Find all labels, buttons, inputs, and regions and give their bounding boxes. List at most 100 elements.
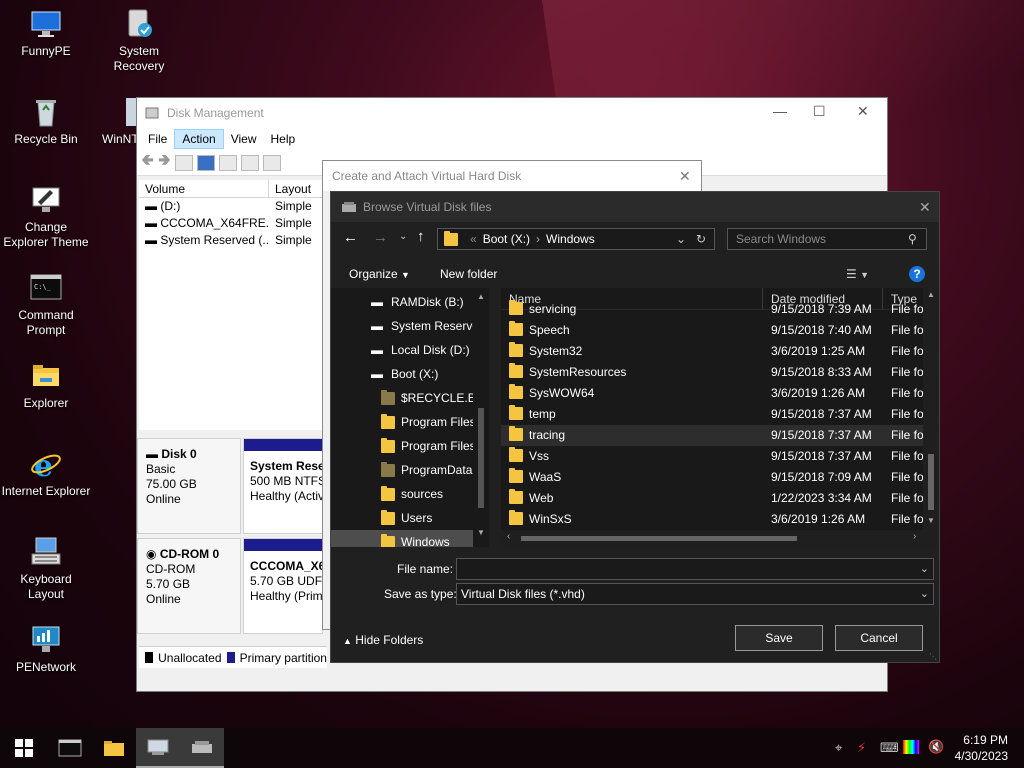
forward-arrow-icon[interactable]: → xyxy=(373,229,388,246)
list-item[interactable]: tracing 9/15/2018 7:37 AM File fol xyxy=(501,425,939,446)
back-arrow-icon[interactable]: ← xyxy=(343,229,358,246)
tree-item-windows[interactable]: Windows xyxy=(331,530,489,547)
list-item[interactable]: Speech 9/15/2018 7:40 AM File fol xyxy=(501,320,939,341)
cdrom-0-label[interactable]: ◉ CD-ROM 0 CD-ROM 5.70 GB Online xyxy=(137,538,241,634)
view-button[interactable] xyxy=(218,154,237,171)
tree-item-program-files-x86[interactable]: Program Files xyxy=(381,434,476,458)
close-icon[interactable]: ✕ xyxy=(679,161,691,191)
taskbar-clock[interactable]: 6:19 PM 4/30/2023 xyxy=(955,732,1008,764)
tree-item-local-disk-d[interactable]: ▬ Local Disk (D:) xyxy=(371,338,470,362)
taskbar-vhd-dialog[interactable] xyxy=(180,728,224,768)
recent-dropdown-icon[interactable]: ⌄ xyxy=(399,231,407,242)
up-arrow-icon[interactable]: ↑ xyxy=(417,228,425,245)
tree-item-system-reserved[interactable]: ▬ System Reserve xyxy=(371,314,479,338)
refresh-icon[interactable]: ↻ xyxy=(696,232,706,246)
disk-0-partition[interactable]: System Reser 500 MB NTFS Healthy (Activ xyxy=(243,438,323,534)
desktop-icon-penetwork[interactable]: PENetwork xyxy=(1,624,91,675)
taskbar-command-prompt[interactable] xyxy=(48,728,92,768)
list-item[interactable]: Vss 9/15/2018 7:37 AM File fol xyxy=(501,446,939,467)
new-folder-button[interactable]: New folder xyxy=(440,267,497,281)
list-item[interactable]: SystemResources 9/15/2018 8:33 AM File fol xyxy=(501,362,939,383)
forward-arrow-icon[interactable]: 🢂 xyxy=(158,149,171,176)
list-item[interactable]: Web 1/22/2023 3:34 AM File fol xyxy=(501,488,939,509)
table-row[interactable]: ▬ CCCOMA_X64FRE... Simple xyxy=(139,215,325,232)
start-button[interactable] xyxy=(0,728,48,768)
address-bar[interactable]: « Boot (X:) › Windows ⌄ ↻ xyxy=(437,228,715,250)
desktop-icon-command-prompt[interactable]: C:\_ Command Prompt xyxy=(1,272,91,338)
tray-volume-muted-icon[interactable]: 🔇 xyxy=(928,739,944,755)
help-button[interactable] xyxy=(196,154,215,171)
search-input[interactable]: Search Windows ⚲ xyxy=(727,228,927,250)
taskbar-explorer[interactable] xyxy=(92,728,136,768)
menu-help[interactable]: Help xyxy=(264,130,303,148)
taskbar-disk-management[interactable] xyxy=(136,728,180,768)
tree-item-recycle-bin[interactable]: $RECYCLE.BIN xyxy=(381,386,488,410)
menu-view[interactable]: View xyxy=(224,130,264,148)
list-horizontal-scrollbar[interactable]: ‹ › xyxy=(501,530,939,547)
scroll-down-icon[interactable]: ▼ xyxy=(477,528,485,537)
list-item[interactable]: System32 3/6/2019 1:25 AM File fol xyxy=(501,341,939,362)
maximize-icon[interactable]: ☐ xyxy=(813,103,826,120)
back-arrow-icon[interactable]: 🢀 xyxy=(141,149,154,176)
scroll-up-icon[interactable]: ▲ xyxy=(477,292,485,301)
breadcrumb-windows[interactable]: Windows xyxy=(546,232,595,246)
tree-item-sources[interactable]: sources xyxy=(381,482,443,506)
scrollbar-thumb[interactable] xyxy=(521,536,797,541)
table-row[interactable]: ▬ System Reserved (... Simple xyxy=(139,232,325,249)
file-name-input[interactable]: ⌄ xyxy=(456,558,934,580)
minimize-icon[interactable]: — xyxy=(773,103,787,119)
chevron-down-icon[interactable]: ⌄ xyxy=(920,584,929,604)
save-as-type-select[interactable]: Virtual Disk files (*.vhd) ⌄ xyxy=(456,583,934,605)
tray-usb-icon[interactable]: ⚡ xyxy=(857,740,866,756)
list-vertical-scrollbar[interactable]: ▲ ▼ xyxy=(923,288,939,530)
breadcrumb-overflow[interactable]: « xyxy=(470,232,477,246)
desktop-icon-keyboard-layout[interactable]: Keyboard Layout xyxy=(1,536,91,602)
tree-scrollbar[interactable]: ▲ ▼ xyxy=(473,288,489,547)
close-icon[interactable]: ✕ xyxy=(857,103,869,120)
address-dropdown-icon[interactable]: ⌄ xyxy=(676,232,686,246)
chevron-down-icon[interactable]: ⌄ xyxy=(920,559,929,579)
cancel-button[interactable]: Cancel xyxy=(835,625,923,651)
resize-grip-icon[interactable]: ⋱ xyxy=(929,652,937,661)
desktop-icon-recycle-bin[interactable]: Recycle Bin xyxy=(1,96,91,147)
tree-item-ramdisk[interactable]: ▬ RAMDisk (B:) xyxy=(371,290,464,314)
help-icon[interactable]: ? xyxy=(909,266,925,282)
connect-button[interactable] xyxy=(240,154,259,171)
tree-item-boot-x[interactable]: ▬ Boot (X:) xyxy=(371,362,438,386)
column-layout[interactable]: Layout xyxy=(269,180,325,197)
scroll-up-icon[interactable]: ▲ xyxy=(927,290,935,299)
table-row[interactable]: ▬ (D:) Simple xyxy=(139,198,325,215)
menu-action[interactable]: Action xyxy=(174,129,224,149)
tray-keyboard-icon[interactable]: ⌨ xyxy=(880,740,899,756)
desktop-icon-internet-explorer[interactable]: e Internet Explorer xyxy=(1,448,91,499)
scroll-right-icon[interactable]: › xyxy=(913,531,916,542)
scroll-down-icon[interactable]: ▼ xyxy=(927,516,935,525)
scroll-left-icon[interactable]: ‹ xyxy=(507,531,510,542)
scrollbar-thumb[interactable] xyxy=(478,408,484,508)
scrollbar-thumb[interactable] xyxy=(928,454,934,510)
breadcrumb-boot[interactable]: Boot (X:) xyxy=(483,232,530,246)
list-item[interactable]: SysWOW64 3/6/2019 1:26 AM File fol xyxy=(501,383,939,404)
list-item[interactable]: WaaS 9/15/2018 7:09 AM File fol xyxy=(501,467,939,488)
list-item[interactable]: temp 9/15/2018 7:37 AM File fol xyxy=(501,404,939,425)
organize-button[interactable]: Organize ▼ xyxy=(349,267,410,281)
tray-network-icon[interactable]: ⌖ xyxy=(835,740,842,756)
list-item[interactable]: servicing 9/15/2018 7:39 AM File fol xyxy=(501,299,939,320)
disk-0-label[interactable]: ▬ Disk 0 Basic 75.00 GB Online xyxy=(137,438,241,534)
desktop-icon-system-recovery[interactable]: System Recovery xyxy=(94,8,184,74)
desktop-icon-change-explorer-theme[interactable]: Change Explorer Theme xyxy=(1,184,91,250)
tree-item-users[interactable]: Users xyxy=(381,506,432,530)
desktop-icon-winnt[interactable]: WinNT xyxy=(94,96,139,147)
tree-item-programdata[interactable]: ProgramData xyxy=(381,458,472,482)
list-item[interactable]: WinSxS 3/6/2019 1:26 AM File fol xyxy=(501,509,939,530)
tree-item-program-files[interactable]: Program Files xyxy=(381,410,476,434)
close-icon[interactable]: ✕ xyxy=(919,199,931,216)
hide-folders-toggle[interactable]: ▲ Hide Folders xyxy=(343,633,423,647)
tray-color-icon[interactable] xyxy=(903,740,919,754)
list-button[interactable] xyxy=(262,154,281,171)
menu-file[interactable]: File xyxy=(141,130,174,148)
column-volume[interactable]: Volume xyxy=(139,180,269,197)
properties-button[interactable] xyxy=(174,154,193,171)
desktop-icon-explorer[interactable]: Explorer xyxy=(1,360,91,411)
save-button[interactable]: Save xyxy=(735,625,823,651)
